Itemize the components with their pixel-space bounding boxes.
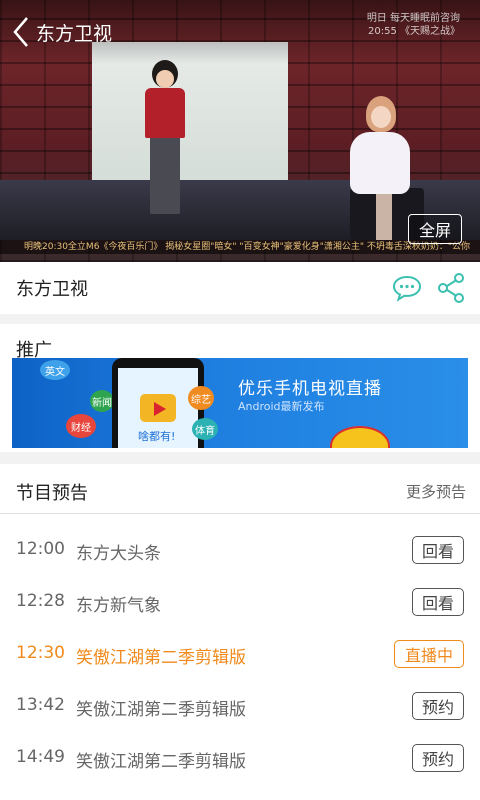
chat-bubble-icon[interactable] — [392, 274, 422, 302]
program-time: 14:49 — [16, 747, 65, 767]
banner-subtitle: Android最新发布 — [238, 400, 325, 413]
replay-button[interactable]: 回看 — [412, 588, 464, 616]
channel-name: 东方卫视 — [16, 279, 88, 300]
tag-bubble: 体育 — [192, 418, 218, 440]
program-row[interactable]: 12:28 东方新气象 回看 — [0, 578, 480, 630]
channel-osd: 明日 每天睡眠前咨询 20:55 《天赐之战》 — [366, 13, 460, 37]
channel-info-row: 东方卫视 — [0, 262, 480, 314]
video-player[interactable]: 东方卫视 明日 每天睡眠前咨询 20:55 《天赐之战》 明晚20:30全立M6… — [0, 0, 480, 262]
reserve-button[interactable]: 预约 — [412, 692, 464, 720]
program-name: 东方大头条 — [76, 544, 161, 564]
reserve-button[interactable]: 预约 — [412, 744, 464, 772]
schedule-header: 节目预告 更多预告 — [0, 464, 480, 514]
more-schedule-link[interactable]: 更多预告 — [406, 481, 466, 502]
schedule-title: 节目预告 — [16, 483, 88, 504]
program-row[interactable]: 13:42 笑傲江湖第二季剪辑版 预约 — [0, 682, 480, 734]
program-name: 笑傲江湖第二季剪辑版 — [76, 752, 246, 772]
replay-button[interactable]: 回看 — [412, 536, 464, 564]
mascot-icon — [330, 426, 390, 448]
program-row[interactable]: 14:49 笑傲江湖第二季剪辑版 预约 — [0, 734, 480, 786]
program-name: 笑傲江湖第二季剪辑版 — [76, 648, 246, 668]
tag-bubble: 财经 — [66, 414, 96, 438]
back-arrow-icon[interactable] — [6, 12, 36, 52]
schedule-section: 节目预告 更多预告 12:00 东方大头条 回看 12:28 东方新气象 回看 … — [0, 464, 480, 800]
program-time: 12:30 — [16, 643, 65, 663]
program-row[interactable]: 12:00 东方大头条 回看 — [0, 526, 480, 578]
promo-section: 推广 英文 新闻 财经 啥都有! 综艺 体育 优乐手机电视直播 Android最… — [0, 324, 480, 452]
program-name: 东方新气象 — [76, 596, 161, 616]
tag-bubble: 英文 — [40, 360, 70, 380]
live-now-button[interactable]: 直播中 — [394, 640, 464, 668]
performer-left — [140, 60, 190, 220]
program-time: 13:42 — [16, 695, 65, 715]
promo-banner[interactable]: 英文 新闻 财经 啥都有! 综艺 体育 优乐手机电视直播 Android最新发布 — [12, 358, 468, 448]
banner-title: 优乐手机电视直播 — [238, 379, 382, 399]
tag-bubble: 综艺 — [188, 386, 214, 410]
share-icon[interactable] — [436, 272, 466, 304]
program-time: 12:28 — [16, 591, 65, 611]
tag-bubble: 新闻 — [90, 390, 114, 412]
fullscreen-button[interactable]: 全屏 — [408, 214, 462, 244]
program-name: 笑傲江湖第二季剪辑版 — [76, 700, 246, 720]
tv-logo-icon — [140, 394, 176, 422]
program-time: 12:00 — [16, 539, 65, 559]
program-row-live[interactable]: 12:30 笑傲江湖第二季剪辑版 直播中 — [0, 630, 480, 682]
page-title: 东方卫视 — [36, 22, 113, 45]
